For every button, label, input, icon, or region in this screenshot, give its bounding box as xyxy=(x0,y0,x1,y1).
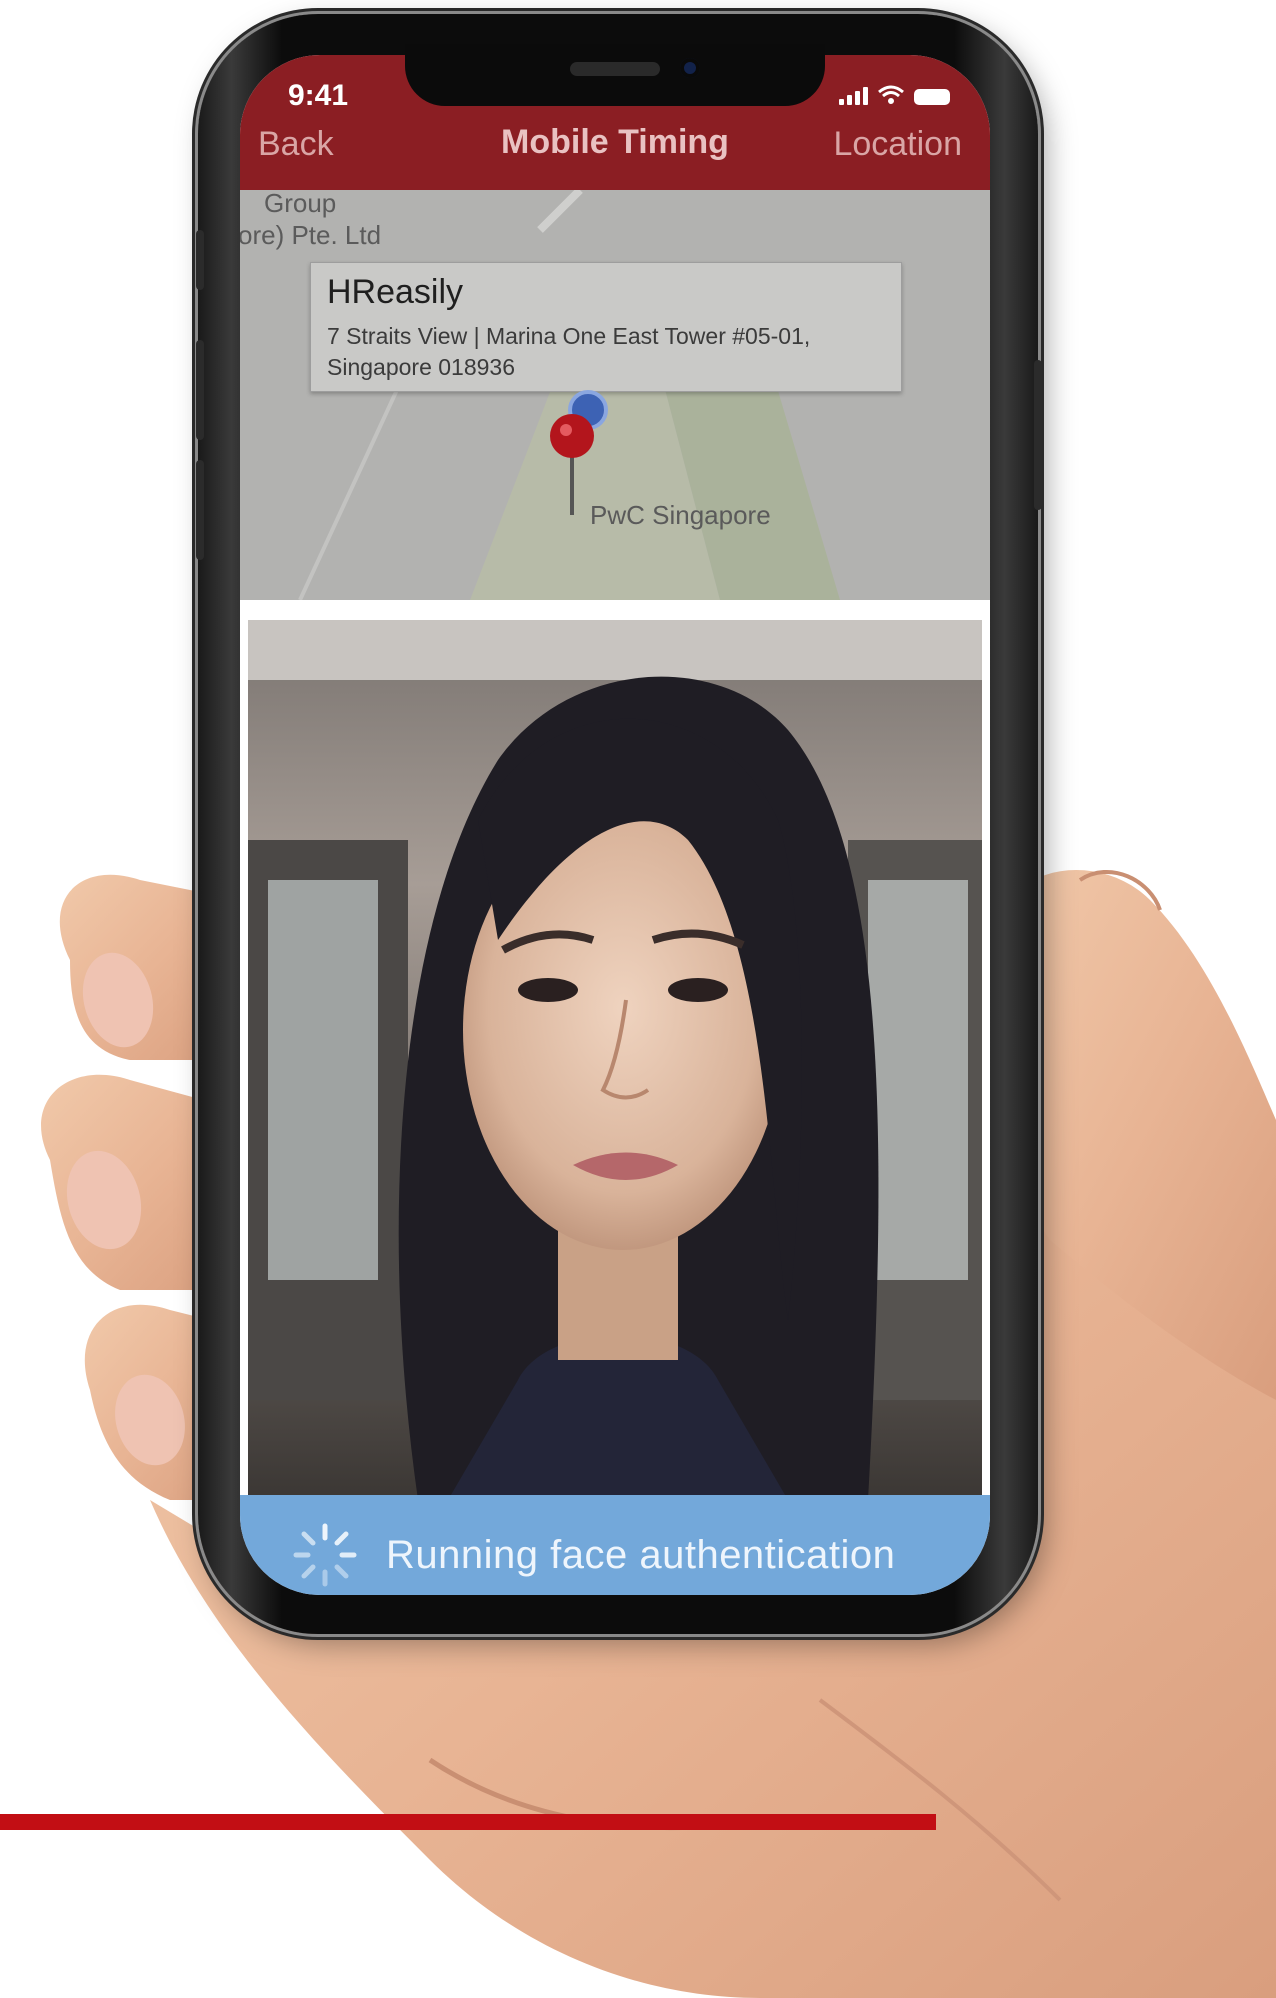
status-time: 9:41 xyxy=(288,79,349,112)
status-icons xyxy=(839,85,950,105)
phone-side-button xyxy=(1034,360,1042,510)
front-camera-icon xyxy=(680,58,700,78)
back-button[interactable]: Back xyxy=(258,125,334,164)
callout-title: HReasily xyxy=(327,273,464,311)
phone-side-button xyxy=(196,340,204,440)
phone-side-button xyxy=(196,460,204,560)
map-label: Group xyxy=(264,190,337,218)
map-view[interactable]: Group ore) Pte. Ltd HReasily 7 Straits V… xyxy=(240,190,990,600)
camera-feed xyxy=(248,620,982,1500)
map-label: ore) Pte. Ltd xyxy=(240,220,382,250)
speaker xyxy=(570,62,660,76)
phone-notch xyxy=(405,44,825,106)
loading-spinner-icon xyxy=(293,1523,357,1587)
location-callout[interactable]: HReasily 7 Straits View | Marina One Eas… xyxy=(310,262,902,392)
face-photo xyxy=(248,620,982,1500)
callout-address: 7 Straits View | Marina One East Tower #… xyxy=(327,323,811,380)
wifi-icon xyxy=(878,85,904,104)
phone-screen: 9:41 Back Mobile Timing Location Group o… xyxy=(240,55,990,1595)
auth-status-banner: Running face authentication xyxy=(240,1495,990,1595)
map-pin-label: PwC Singapore xyxy=(590,500,771,530)
signal-icon xyxy=(839,87,868,105)
phone-side-button xyxy=(196,230,204,290)
auth-status-text: Running face authentication xyxy=(386,1532,896,1577)
battery-icon xyxy=(914,89,950,105)
location-button[interactable]: Location xyxy=(833,125,962,164)
red-divider-line xyxy=(0,1814,936,1830)
